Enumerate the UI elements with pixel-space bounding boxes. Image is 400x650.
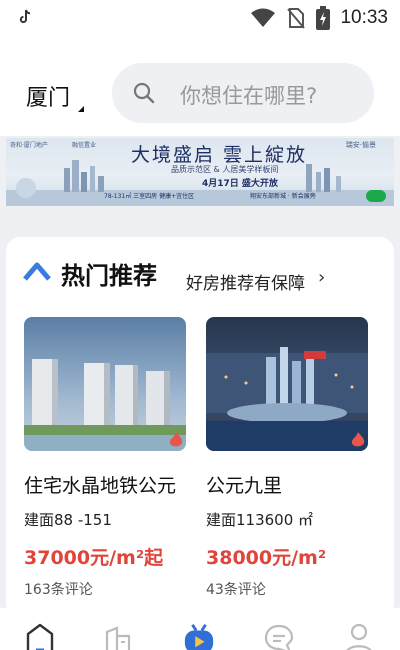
- header: 厦门 你想住在哪里?: [0, 36, 400, 136]
- property-price: 37000元/m²起: [24, 547, 164, 569]
- property-price: 38000元/m²: [206, 547, 327, 569]
- hot-flame-icon: [351, 432, 365, 447]
- property-card[interactable]: 公元九里 建面113600 ㎡ 38000元/m² 43条评论: [206, 317, 368, 598]
- banner-title: 大境盛启 雲上綻放: [131, 144, 308, 166]
- banner-subtitle: 品质示范区 & 人居美学样板间: [171, 165, 279, 174]
- property-comments: 163条评论: [24, 582, 93, 598]
- property-comments: 43条评论: [206, 582, 266, 598]
- message-icon[interactable]: [263, 622, 295, 650]
- search-placeholder: 你想住在哪里?: [180, 84, 318, 108]
- no-sim-icon: [287, 8, 306, 29]
- property-image: [206, 317, 368, 451]
- banner-badge: [366, 190, 386, 202]
- property-area: 建面113600 ㎡: [206, 511, 314, 529]
- roof-icon: [23, 262, 51, 281]
- building-icon[interactable]: [103, 622, 135, 650]
- battery-charging-icon: [316, 6, 331, 30]
- chevron-right-icon: ›: [318, 267, 326, 288]
- user-icon[interactable]: [343, 622, 375, 650]
- city-caret-icon: [78, 106, 84, 112]
- property-area: 建面88 -151: [24, 511, 112, 529]
- status-time: 10:33: [340, 7, 388, 28]
- banner-logo-right: 融信置业: [72, 142, 97, 149]
- search-icon: [133, 82, 155, 104]
- property-image: [24, 317, 186, 451]
- property-name: 公元九里: [206, 475, 283, 497]
- status-icons: 10:33: [250, 6, 388, 30]
- city-selector[interactable]: 厦门: [26, 80, 70, 112]
- recommend-card: 热门推荐 好房推荐有保障 › 住宅水晶地铁公元 建面88 -151 37000元…: [6, 237, 394, 617]
- property-card[interactable]: 住宅水晶地铁公元 建面88 -151 37000元/m²起 163条评论: [24, 317, 186, 598]
- banner-footnote-left: 78-131㎡ 三室四房 健康+宜住区: [104, 193, 195, 200]
- section-more-link[interactable]: 好房推荐有保障: [186, 269, 305, 294]
- banner-date: 4月17日 盛大开放: [202, 179, 278, 189]
- promo-banner[interactable]: 奇和·厦门地产 融信置业 大境盛启 雲上綻放 瑞安·愉景 品质示范区 & 人居美…: [6, 138, 394, 206]
- search-input[interactable]: 你想住在哪里?: [112, 63, 374, 123]
- banner-logo-left: 奇和·厦门地产: [10, 142, 48, 149]
- bottom-tab-bar: [0, 608, 400, 650]
- video-icon[interactable]: [183, 622, 215, 650]
- banner-brand: 瑞安·愉景: [345, 141, 376, 149]
- banner-footnote-right: 翔安东部新城 · 新会展旁: [250, 193, 316, 200]
- status-bar: 10:33: [0, 0, 400, 36]
- home-icon[interactable]: [24, 622, 56, 650]
- section-title: 热门推荐: [61, 262, 157, 290]
- hot-flame-icon: [169, 432, 183, 447]
- tiktok-icon: [18, 9, 32, 29]
- property-name: 住宅水晶地铁公元: [24, 475, 177, 497]
- wifi-icon: [251, 8, 276, 27]
